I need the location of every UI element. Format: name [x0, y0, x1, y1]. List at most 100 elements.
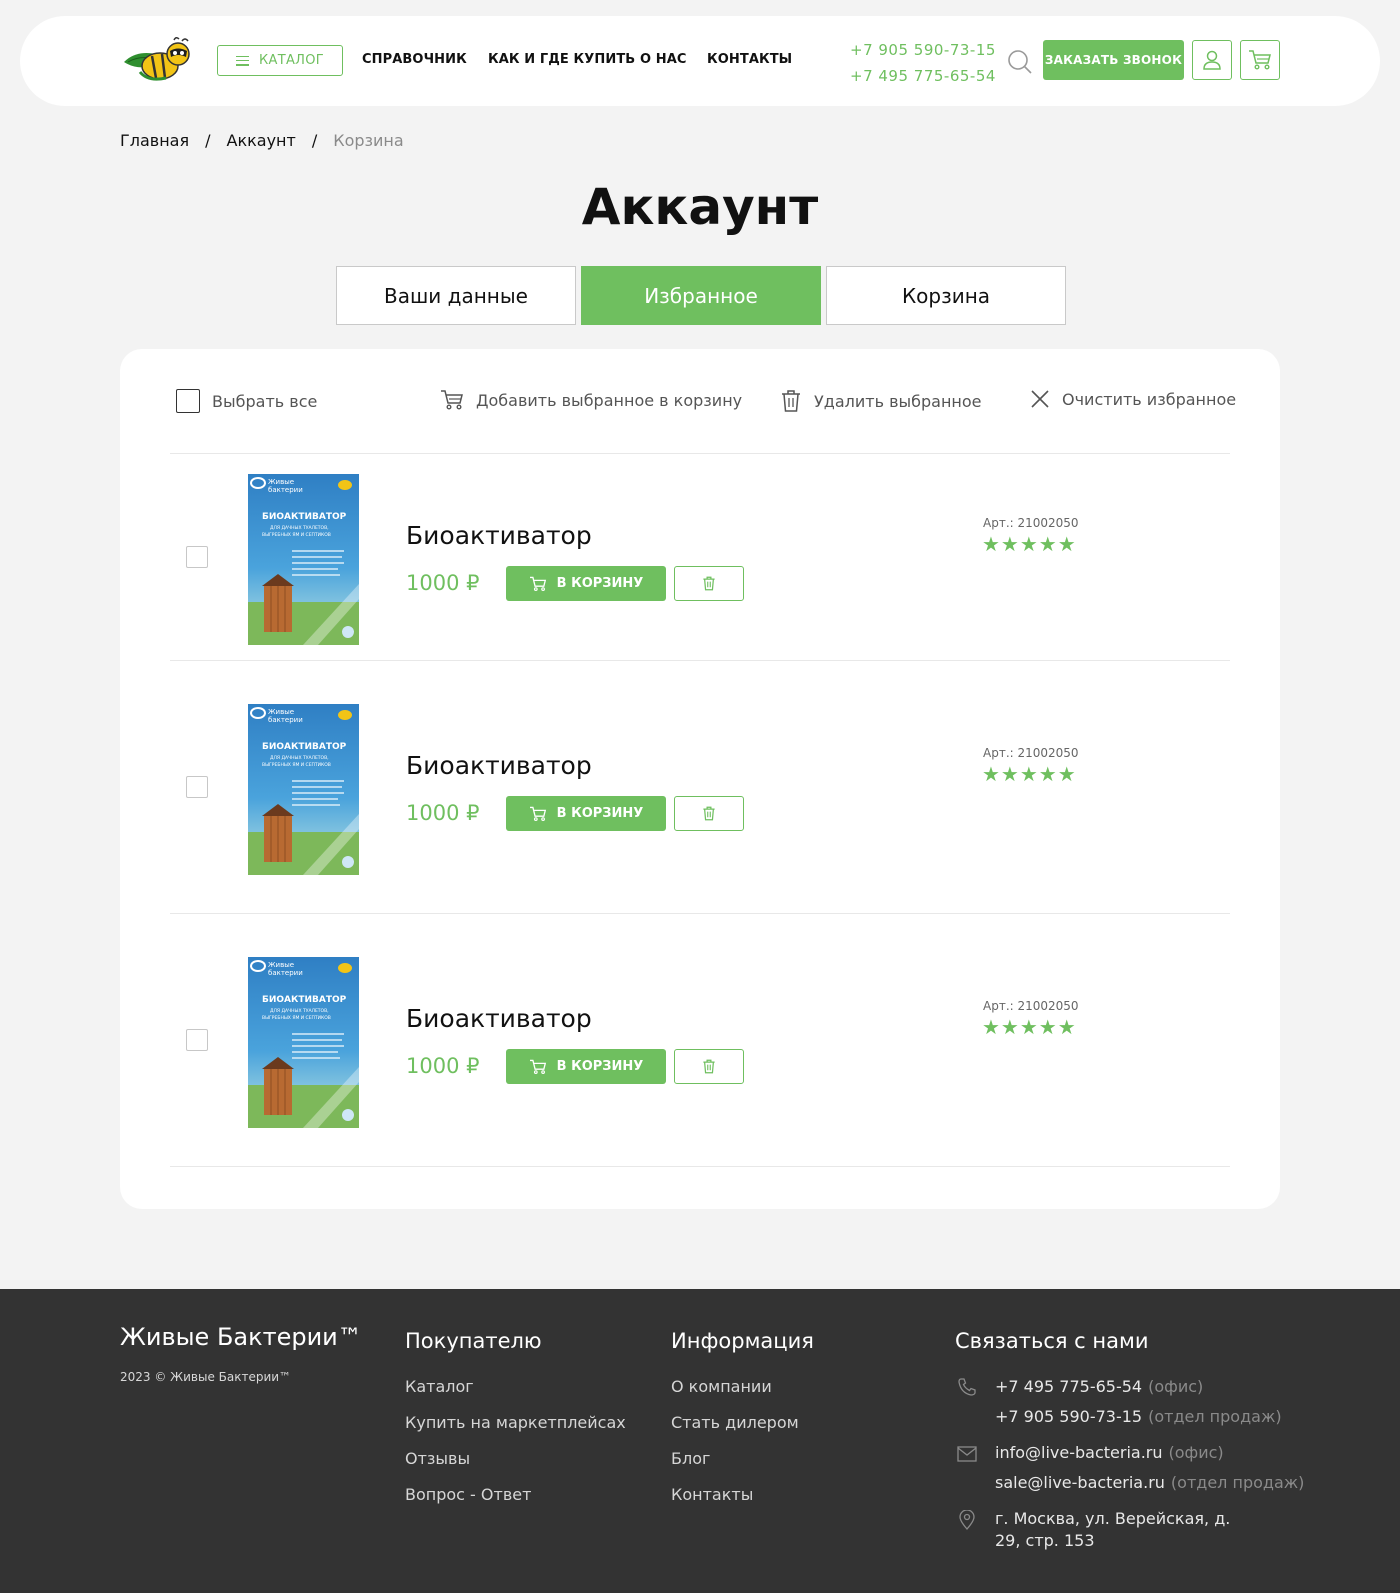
product-image[interactable]: Живые бактерии БИОАКТИВАТОР ДЛЯ ДАЧНЫХ Т… [248, 474, 359, 645]
request-call-button[interactable]: ЗАКАЗАТЬ ЗВОНОК [1043, 40, 1184, 80]
product-name[interactable]: Биоактиватор [406, 521, 592, 550]
add-selected-label: Добавить выбранное в корзину [476, 390, 743, 410]
mail-icon [957, 1446, 977, 1466]
tab-cart[interactable]: Корзина [826, 266, 1066, 325]
footer-copyright: 2023 © Живые Бактерии™ [120, 1370, 292, 1384]
footer-email-office-address[interactable]: info@live-bacteria.ru [995, 1443, 1163, 1462]
bee-logo-icon[interactable] [122, 36, 196, 84]
footer-phone-office: +7 495 775-65-54 (офис) [995, 1377, 1203, 1396]
footer-email-office-note: (офис) [1168, 1443, 1224, 1462]
product-price: 1000 ₽ [406, 571, 480, 595]
pack-brand-1: Живые [268, 708, 294, 716]
clear-favorites-label: Очистить избранное [1062, 389, 1237, 409]
item-checkbox[interactable] [186, 776, 208, 798]
phone-icon [957, 1377, 977, 1401]
cart-icon [529, 1059, 546, 1074]
add-to-cart-button[interactable]: В КОРЗИНУ [506, 796, 666, 831]
pack-subtitle-2: ВЫГРЕБНЫХ ЯМ И СЕПТИКОВ [262, 532, 331, 538]
search-icon[interactable] [1007, 49, 1033, 79]
add-to-cart-label: В КОРЗИНУ [556, 1059, 644, 1074]
footer-phone-office-number[interactable]: +7 495 775-65-54 [995, 1377, 1142, 1396]
catalog-button[interactable]: КАТАЛОГ [217, 45, 343, 76]
add-selected-to-cart-button[interactable]: Добавить выбранное в корзину [440, 389, 742, 411]
footer-link-reviews[interactable]: Отзывы [405, 1449, 470, 1468]
trash-icon [703, 576, 715, 591]
tab-favorites[interactable]: Избранное [581, 266, 821, 325]
breadcrumb-current: Корзина [333, 131, 404, 150]
account-button[interactable] [1192, 40, 1232, 80]
pack-brand-2: бактерии [268, 969, 303, 977]
product-name[interactable]: Биоактиватор [406, 1004, 592, 1033]
footer-email-sales: sale@live-bacteria.ru (отдел продаж) [995, 1473, 1304, 1492]
product-name[interactable]: Биоактиватор [406, 751, 592, 780]
footer-address-line-1: г. Москва, ул. Верейская, д. [995, 1509, 1231, 1528]
item-checkbox[interactable] [186, 1029, 208, 1051]
add-to-cart-button[interactable]: В КОРЗИНУ [506, 1049, 666, 1084]
footer-link-contacts[interactable]: Контакты [671, 1485, 753, 1504]
add-to-cart-button[interactable]: В КОРЗИНУ [506, 566, 666, 601]
pack-subtitle-1: ДЛЯ ДАЧНЫХ ТУАЛЕТОВ, [270, 1008, 329, 1014]
tab-your-data[interactable]: Ваши данные [336, 266, 576, 325]
pack-brand-1: Живые [268, 478, 294, 486]
product-price: 1000 ₽ [406, 801, 480, 825]
cart-icon [1249, 50, 1271, 70]
footer-email-sales-address[interactable]: sale@live-bacteria.ru [995, 1473, 1165, 1492]
header-phone-1[interactable]: +7 905 590-73-15 [850, 37, 996, 63]
cart-button[interactable] [1240, 40, 1280, 80]
nav-how-to-buy[interactable]: КАК И ГДЕ КУПИТЬ [488, 52, 635, 67]
clear-favorites-button[interactable]: Очистить избранное [1030, 389, 1236, 409]
location-pin-icon [959, 1509, 975, 1534]
site-footer: Живые Бактерии™ 2023 © Живые Бактерии™ П… [0, 1289, 1400, 1593]
divider [170, 453, 1230, 454]
footer-link-catalog[interactable]: Каталог [405, 1377, 474, 1396]
pack-subtitle-1: ДЛЯ ДАЧНЫХ ТУАЛЕТОВ, [270, 755, 329, 761]
footer-info-title: Информация [671, 1329, 814, 1353]
divider [170, 1166, 1230, 1167]
item-checkbox[interactable] [186, 546, 208, 568]
footer-phone-sales: +7 905 590-73-15 (отдел продаж) [995, 1407, 1282, 1426]
cart-icon [529, 806, 546, 821]
footer-link-faq[interactable]: Вопрос - Ответ [405, 1485, 531, 1504]
pack-title: БИОАКТИВАТОР [262, 995, 347, 1005]
footer-link-dealer[interactable]: Стать дилером [671, 1413, 799, 1432]
remove-favorite-button[interactable] [674, 796, 744, 831]
pack-brand-2: бактерии [268, 486, 303, 494]
footer-link-blog[interactable]: Блог [671, 1449, 710, 1468]
page-title: Аккаунт [581, 178, 819, 236]
rating-stars: ★★★★★ [982, 762, 1077, 786]
user-icon [1203, 50, 1221, 70]
footer-buyer-title: Покупателю [405, 1329, 542, 1353]
nav-contacts[interactable]: КОНТАКТЫ [707, 52, 792, 67]
footer-address-line-2: 29, стр. 153 [995, 1531, 1095, 1550]
footer-brand[interactable]: Живые Бактерии™ [120, 1323, 362, 1351]
nav-about[interactable]: О НАС [640, 52, 687, 67]
select-all-checkbox[interactable] [176, 389, 200, 413]
footer-phone-office-note: (офис) [1148, 1377, 1204, 1396]
breadcrumb-home[interactable]: Главная [120, 131, 189, 150]
pack-title: БИОАКТИВАТОР [262, 512, 347, 522]
select-all-control[interactable]: Выбрать все [176, 389, 317, 413]
trash-icon [782, 390, 800, 412]
menu-icon [236, 55, 249, 66]
cart-icon [441, 390, 463, 410]
product-image[interactable]: Живые бактерии БИОАКТИВАТОР ДЛЯ ДАЧНЫХ Т… [248, 957, 359, 1128]
breadcrumb-separator: / [311, 131, 318, 150]
footer-link-about[interactable]: О компании [671, 1377, 772, 1396]
remove-favorite-button[interactable] [674, 566, 744, 601]
footer-contact-title: Связаться с нами [955, 1329, 1149, 1353]
footer-phone-sales-number[interactable]: +7 905 590-73-15 [995, 1407, 1142, 1426]
footer-link-marketplaces[interactable]: Купить на маркетплейсах [405, 1413, 626, 1432]
cart-icon [529, 576, 546, 591]
breadcrumb-account[interactable]: Аккаунт [227, 131, 296, 150]
footer-email-office: info@live-bacteria.ru (офис) [995, 1443, 1224, 1462]
product-image[interactable]: Живые бактерии БИОАКТИВАТОР ДЛЯ ДАЧНЫХ Т… [248, 704, 359, 875]
footer-email-sales-note: (отдел продаж) [1170, 1473, 1305, 1492]
delete-selected-button[interactable]: Удалить выбранное [780, 389, 982, 413]
product-article: Арт.: 21002050 [983, 516, 1079, 530]
header-phone-2[interactable]: +7 495 775-65-54 [850, 63, 996, 89]
breadcrumb-separator: / [205, 131, 211, 150]
nav-reference[interactable]: СПРАВОЧНИК [362, 52, 467, 67]
site-header: КАТАЛОГ СПРАВОЧНИК КАК И ГДЕ КУПИТЬ О НА… [20, 16, 1380, 106]
pack-subtitle-2: ВЫГРЕБНЫХ ЯМ И СЕПТИКОВ [262, 762, 331, 768]
remove-favorite-button[interactable] [674, 1049, 744, 1084]
